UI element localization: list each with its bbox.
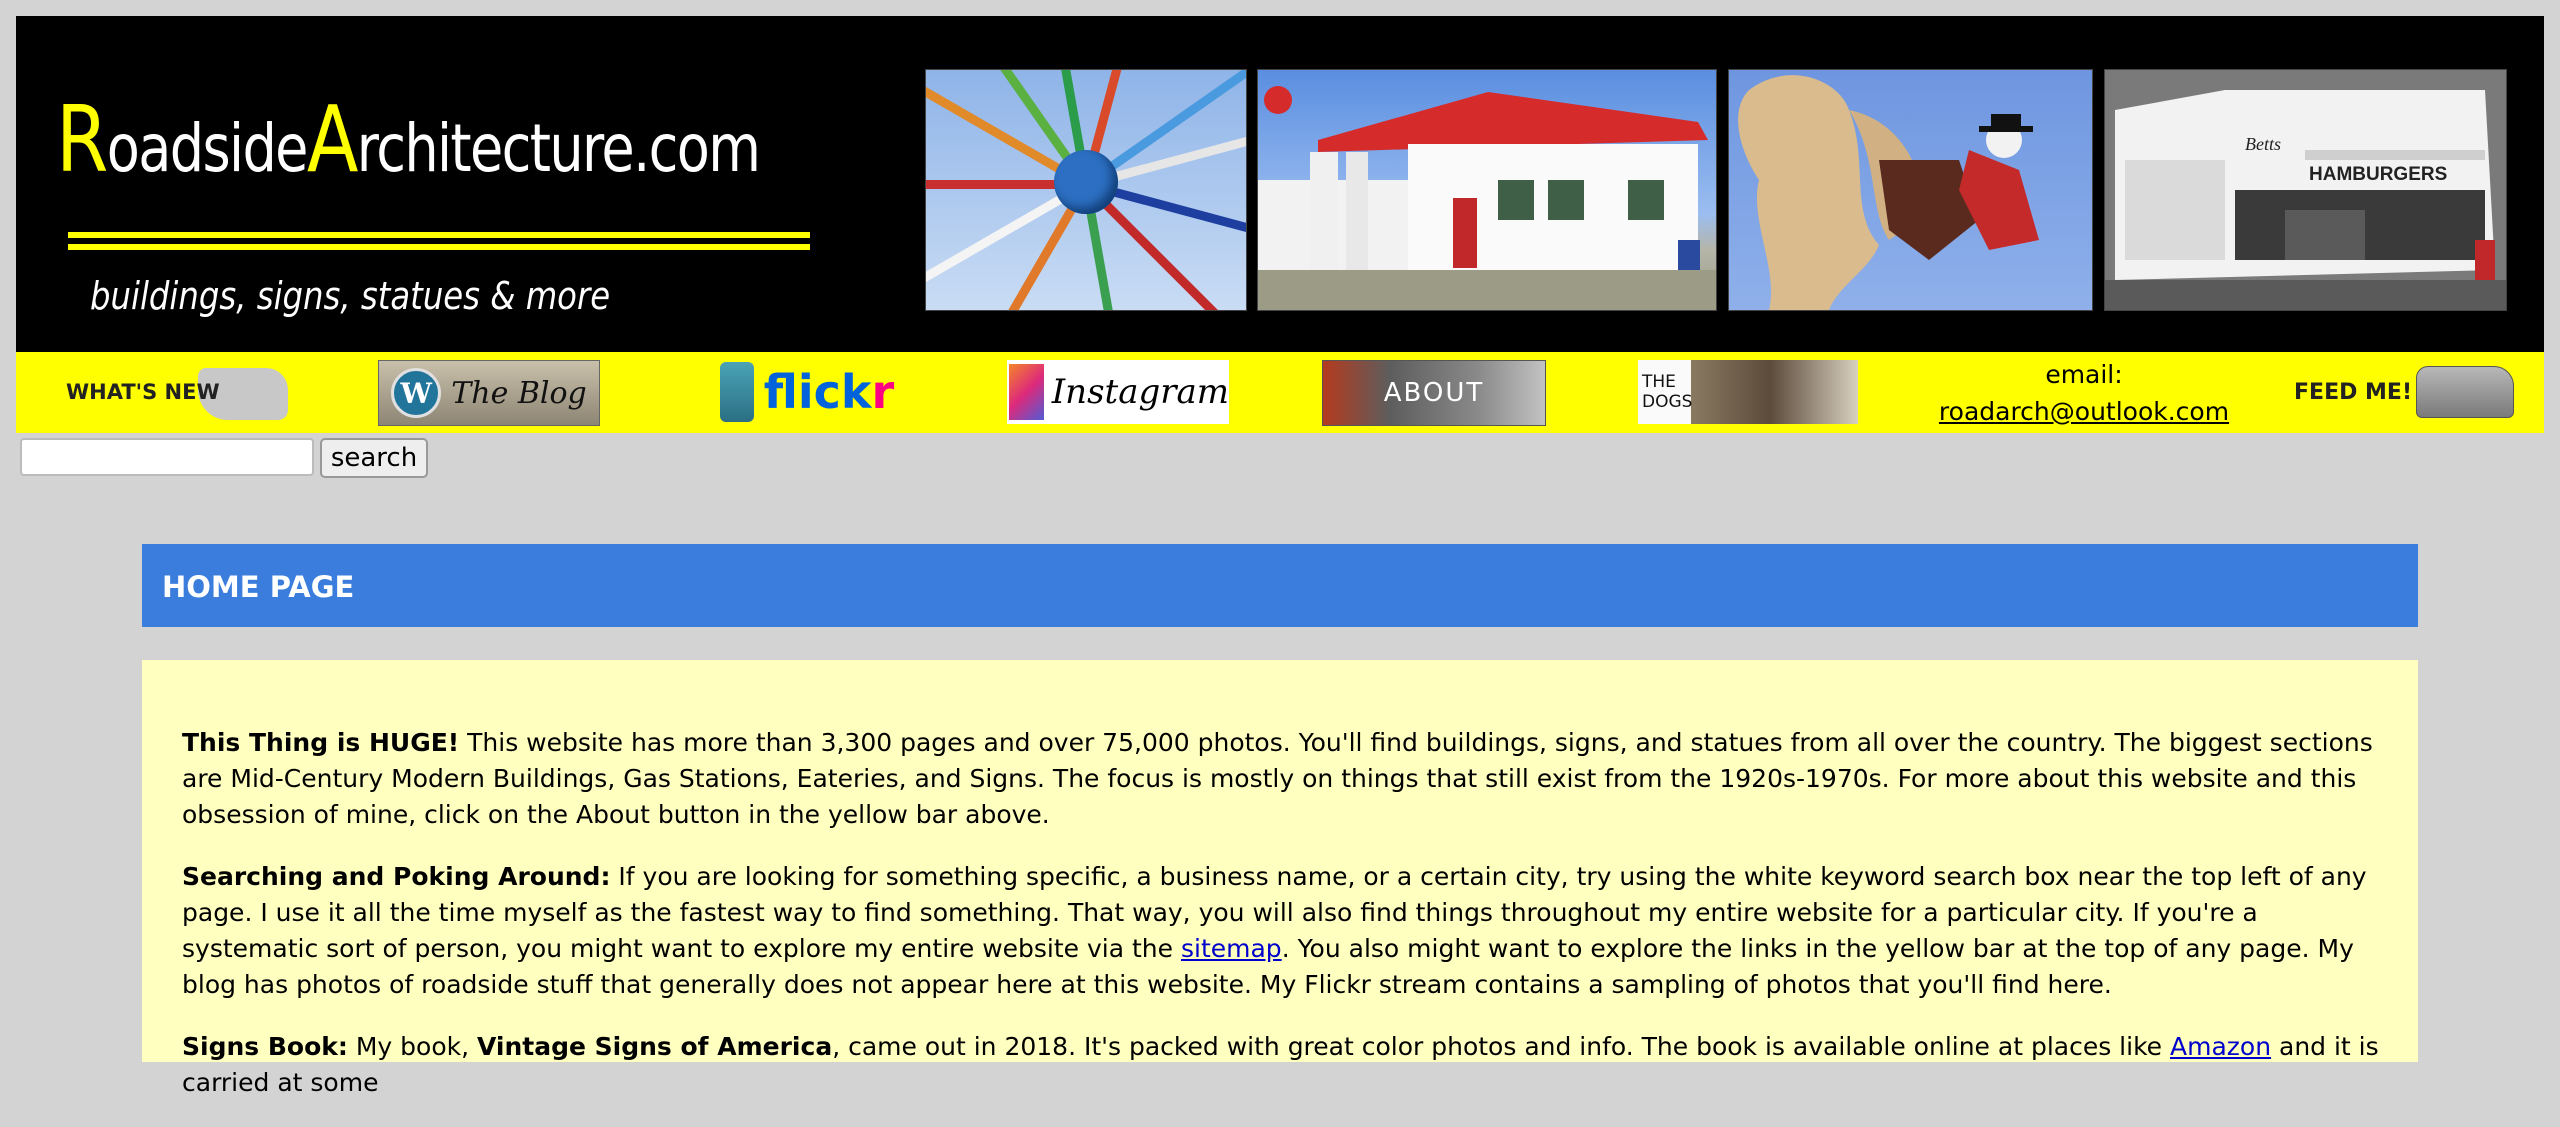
wordpress-icon: W bbox=[391, 368, 442, 418]
instagram-icon bbox=[1009, 364, 1044, 420]
site-logo[interactable]: RoadsideArchitecture.com buildings, sign… bbox=[40, 86, 820, 346]
blog-link[interactable]: W The Blog bbox=[378, 360, 600, 426]
logo-tagline: buildings, signs, statues & more bbox=[90, 274, 611, 318]
amazon-link[interactable]: Amazon bbox=[2170, 1032, 2271, 1061]
flickr-link[interactable]: flickr bbox=[697, 360, 917, 424]
searching-paragraph: Searching and Poking Around: If you are … bbox=[182, 862, 2367, 999]
flickr-wordmark: flickr bbox=[763, 365, 895, 419]
page-title: HOME PAGE bbox=[162, 570, 355, 604]
whats-new-link[interactable]: WHAT'S NEW bbox=[56, 360, 296, 424]
sitemap-link[interactable]: sitemap bbox=[1181, 934, 1282, 963]
pinwheel-sign-photo bbox=[925, 69, 1247, 311]
logo-title: RoadsideArchitecture.com bbox=[56, 86, 761, 193]
site-header: RoadsideArchitecture.com buildings, sign… bbox=[16, 16, 2544, 433]
van-icon bbox=[2415, 366, 2514, 418]
flickr-figure-icon bbox=[719, 362, 754, 422]
about-link[interactable]: ABOUT bbox=[1322, 360, 1546, 426]
email-block: email: roadarch@outlook.com bbox=[1904, 356, 2264, 430]
hamburger-stand-photo: HAMBURGERS Betts bbox=[2104, 69, 2507, 311]
main-content: This Thing is HUGE! This website has mor… bbox=[142, 660, 2418, 1097]
logo-underline bbox=[68, 244, 810, 250]
intro-paragraph: This Thing is HUGE! This website has mor… bbox=[182, 728, 2373, 829]
signs-book-paragraph: Signs Book: My book, Vintage Signs of Am… bbox=[182, 1032, 2379, 1097]
nav-bar: WHAT'S NEW W The Blog flickr Instagram A… bbox=[16, 352, 2544, 433]
gas-station-photo bbox=[1257, 69, 1717, 311]
email-label: email: bbox=[2045, 360, 2123, 389]
search-button[interactable]: search bbox=[320, 438, 428, 478]
email-link[interactable]: roadarch@outlook.com bbox=[1904, 393, 2264, 430]
page-title-banner: HOME PAGE bbox=[142, 544, 2418, 627]
cowboy-horse-statue-photo bbox=[1728, 69, 2093, 311]
betts-script-text: Betts bbox=[2245, 134, 2281, 154]
logo-underline bbox=[68, 232, 810, 238]
feed-me-link[interactable]: FEED ME! bbox=[2284, 360, 2524, 424]
hamburgers-sign-text: HAMBURGERS bbox=[2309, 164, 2447, 185]
search-input[interactable] bbox=[20, 438, 314, 476]
dogs-link[interactable]: THE DOGS bbox=[1638, 360, 1858, 424]
instagram-link[interactable]: Instagram bbox=[1007, 360, 1229, 424]
